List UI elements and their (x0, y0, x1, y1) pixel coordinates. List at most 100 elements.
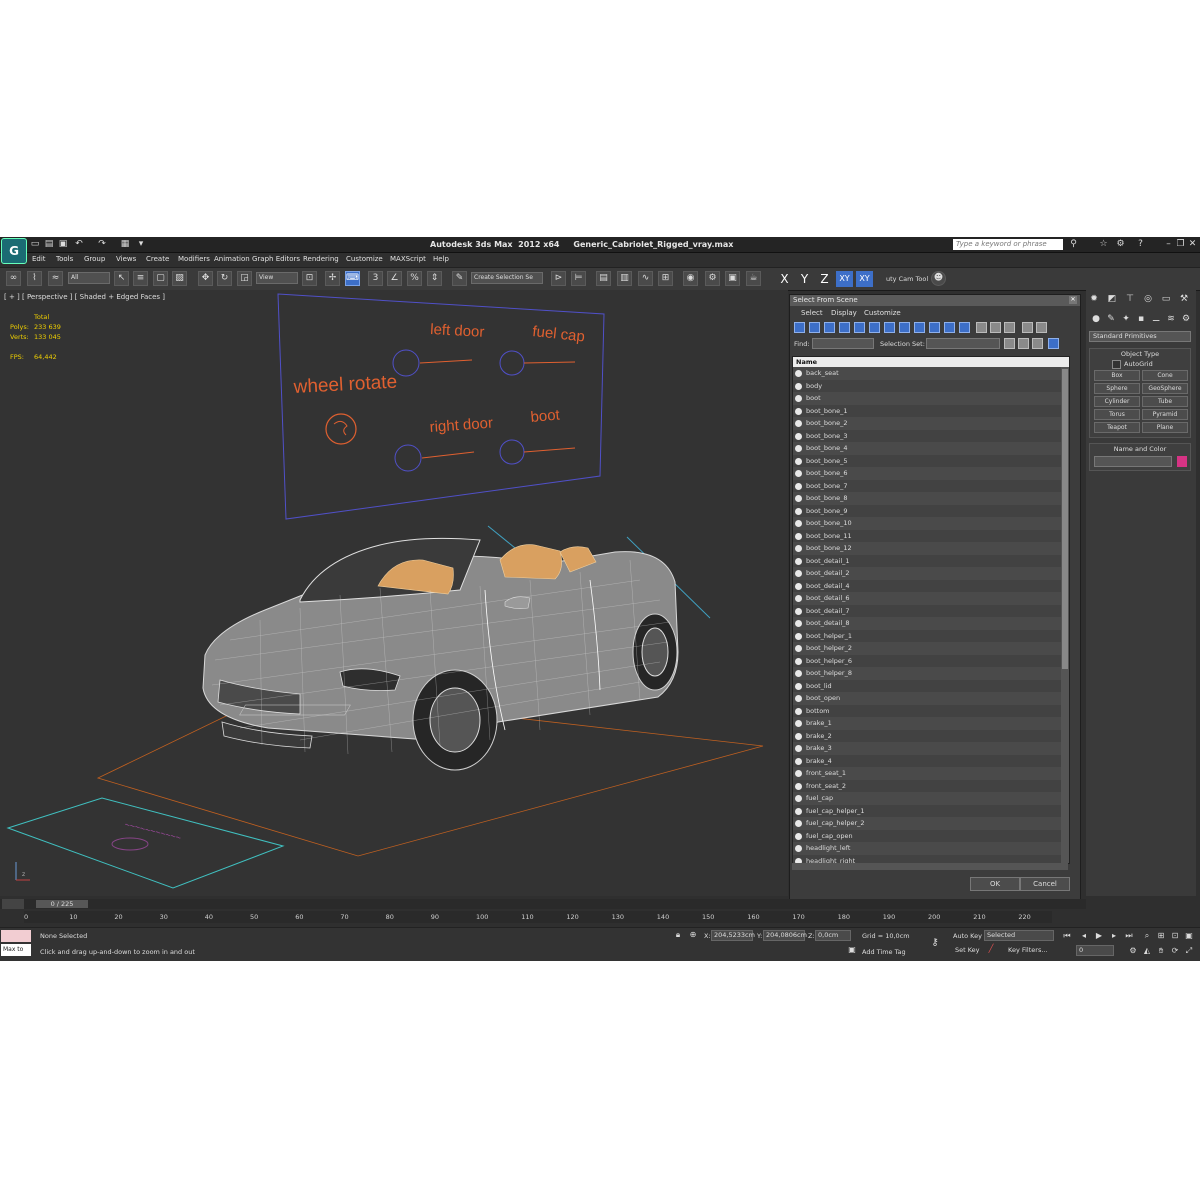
select-none-icon[interactable] (990, 322, 1001, 333)
application-button[interactable]: G (1, 238, 27, 264)
primitive-category-dropdown[interactable]: Standard Primitives (1089, 331, 1191, 342)
restore-icon[interactable]: ❐ (1175, 239, 1186, 250)
select-invert-icon[interactable] (1004, 322, 1015, 333)
display-frozen-icon[interactable] (944, 322, 955, 333)
angle-snap-icon[interactable]: ∠ (387, 271, 402, 286)
previous-frame-icon[interactable]: ◂ (1079, 931, 1089, 941)
plane-button[interactable]: Plane (1142, 422, 1188, 433)
object-list-item[interactable]: headlight_left (793, 842, 1069, 855)
selection-set-dropdown[interactable] (926, 338, 1000, 349)
zoom-icon[interactable]: ⌕ (1142, 931, 1152, 941)
object-list-item[interactable]: boot_bone_6 (793, 467, 1069, 480)
menu-help[interactable]: Help (433, 255, 449, 263)
object-list-item[interactable]: brake_3 (793, 742, 1069, 755)
boot-label[interactable]: boot (530, 406, 561, 426)
reference-coordinate-dropdown[interactable]: View (256, 272, 298, 284)
display-groups-icon[interactable] (884, 322, 895, 333)
selection-filter-dropdown[interactable]: All (68, 272, 110, 284)
geometry-icon[interactable]: ● (1090, 313, 1102, 325)
play-icon[interactable]: ▶ (1094, 931, 1104, 941)
menu-create[interactable]: Create (146, 255, 169, 263)
binoculars-icon[interactable]: ⚲ (1068, 239, 1079, 250)
render-setup-icon[interactable]: ⚙ (705, 271, 720, 286)
align-icon[interactable]: ⊨ (571, 271, 586, 286)
object-list-item[interactable]: front_seat_1 (793, 767, 1069, 780)
maxscript-listener-input[interactable] (1, 930, 31, 942)
perspective-viewport[interactable]: left door fuel cap wheel rotate right do… (0, 290, 788, 896)
object-list-item[interactable]: boot_detail_7 (793, 604, 1069, 617)
object-list-item[interactable]: boot_helper_1 (793, 629, 1069, 642)
menu-edit[interactable]: Edit (32, 255, 46, 263)
menu-tools[interactable]: Tools (56, 255, 73, 263)
object-list[interactable]: Name back_seat body boot boot_bone_1 boot_bo… (792, 356, 1070, 864)
list-view-icon[interactable] (1004, 338, 1015, 349)
object-type-title[interactable]: Object Type (1090, 349, 1190, 359)
list-scroll-thumb[interactable] (1062, 369, 1068, 669)
unlink-icon[interactable]: ⌇ (27, 271, 42, 286)
object-list-item[interactable]: brake_4 (793, 754, 1069, 767)
helpers-icon[interactable]: ⚊ (1150, 313, 1162, 325)
systems-icon[interactable]: ⚙ (1180, 313, 1192, 325)
list-vertical-scrollbar[interactable] (1061, 367, 1069, 863)
favorites-star-icon[interactable]: ☆ (1098, 239, 1109, 250)
ok-button[interactable]: OK (970, 877, 1020, 891)
trackbar-toggle-icon[interactable] (2, 899, 24, 909)
snaps-toggle-icon[interactable]: 3 (368, 271, 383, 286)
name-and-color-title[interactable]: Name and Color (1090, 444, 1190, 454)
graphite-ribbon-icon[interactable]: ▥ (617, 271, 632, 286)
object-color-swatch[interactable] (1177, 456, 1187, 467)
column-header-name[interactable]: Name (793, 357, 1069, 367)
camera-tool-icon[interactable]: ☻ (931, 271, 946, 286)
find-input[interactable] (812, 338, 874, 349)
keyboard-shortcut-override-icon[interactable]: ⌨ (345, 271, 360, 286)
object-list-item[interactable]: fuel_cap (793, 792, 1069, 805)
time-slider-thumb[interactable]: 0 / 225 (36, 900, 88, 908)
absolute-mode-icon[interactable]: ⊕ (688, 930, 698, 940)
object-list-item[interactable]: brake_2 (793, 729, 1069, 742)
dialog-menu-customize[interactable]: Customize (864, 309, 901, 317)
track-bar[interactable]: 0 10 20 30 40 50 60 70 80 90 100 110 120 130 140 150 160… (24, 911, 1052, 923)
object-list-item[interactable]: boot_bone_10 (793, 517, 1069, 530)
bind-space-warp-icon[interactable]: ≈ (48, 271, 63, 286)
select-and-link-icon[interactable]: ∞ (6, 271, 21, 286)
object-list-item[interactable]: fuel_cap_helper_1 (793, 804, 1069, 817)
minimize-icon[interactable]: – (1163, 239, 1174, 250)
search-input[interactable]: Type a keyword or phrase (953, 239, 1063, 250)
object-list-item[interactable]: boot_bone_1 (793, 404, 1069, 417)
menu-group[interactable]: Group (84, 255, 105, 263)
object-list-item[interactable]: boot_bone_4 (793, 442, 1069, 455)
car-wireframe-model[interactable] (202, 537, 679, 771)
object-list-item[interactable]: boot_open (793, 692, 1069, 705)
restrict-xy-button[interactable]: XY (836, 271, 853, 287)
torus-button[interactable]: Torus (1094, 409, 1140, 420)
material-editor-icon[interactable]: ◉ (683, 271, 698, 286)
restrict-z-button[interactable]: Z (816, 271, 833, 287)
cancel-button[interactable]: Cancel (1020, 877, 1070, 891)
dialog-close-icon[interactable]: ✕ (1069, 296, 1077, 304)
modify-tab-icon[interactable]: ◩ (1106, 293, 1118, 305)
edit-named-selection-icon[interactable]: ✎ (452, 271, 467, 286)
object-list-item[interactable]: boot_detail_8 (793, 617, 1069, 630)
select-and-scale-icon[interactable]: ◲ (237, 271, 252, 286)
object-list-item[interactable]: fuel_cap_open (793, 829, 1069, 842)
display-shapes-icon[interactable] (809, 322, 820, 333)
z-coord-field[interactable]: 0,0cm (815, 930, 851, 941)
utilities-tab-icon[interactable]: ⚒ (1178, 293, 1190, 305)
menu-modifiers[interactable]: Modifiers (178, 255, 210, 263)
display-cameras-icon[interactable] (839, 322, 850, 333)
box-button[interactable]: Box (1094, 370, 1140, 381)
display-tab-icon[interactable]: ▭ (1160, 293, 1172, 305)
object-list-item[interactable]: boot_bone_5 (793, 454, 1069, 467)
set-key-icon[interactable]: ⚷ (930, 938, 940, 948)
object-list-item[interactable]: boot_detail_6 (793, 592, 1069, 605)
help-icon[interactable]: ? (1135, 239, 1146, 250)
communication-center-icon[interactable]: ⚙ (1115, 239, 1126, 250)
select-and-manipulate-icon[interactable]: ✢ (325, 271, 340, 286)
display-geometry-icon[interactable] (794, 322, 805, 333)
curve-editor-icon[interactable]: ∿ (638, 271, 653, 286)
undo-icon[interactable]: ↶ (74, 239, 84, 249)
auto-key-button[interactable]: Auto Key (953, 932, 982, 940)
restrict-x-button[interactable]: X (776, 271, 793, 287)
create-tab-icon[interactable]: ✹ (1088, 293, 1100, 305)
hierarchy-tab-icon[interactable]: ⊤ (1124, 293, 1136, 305)
